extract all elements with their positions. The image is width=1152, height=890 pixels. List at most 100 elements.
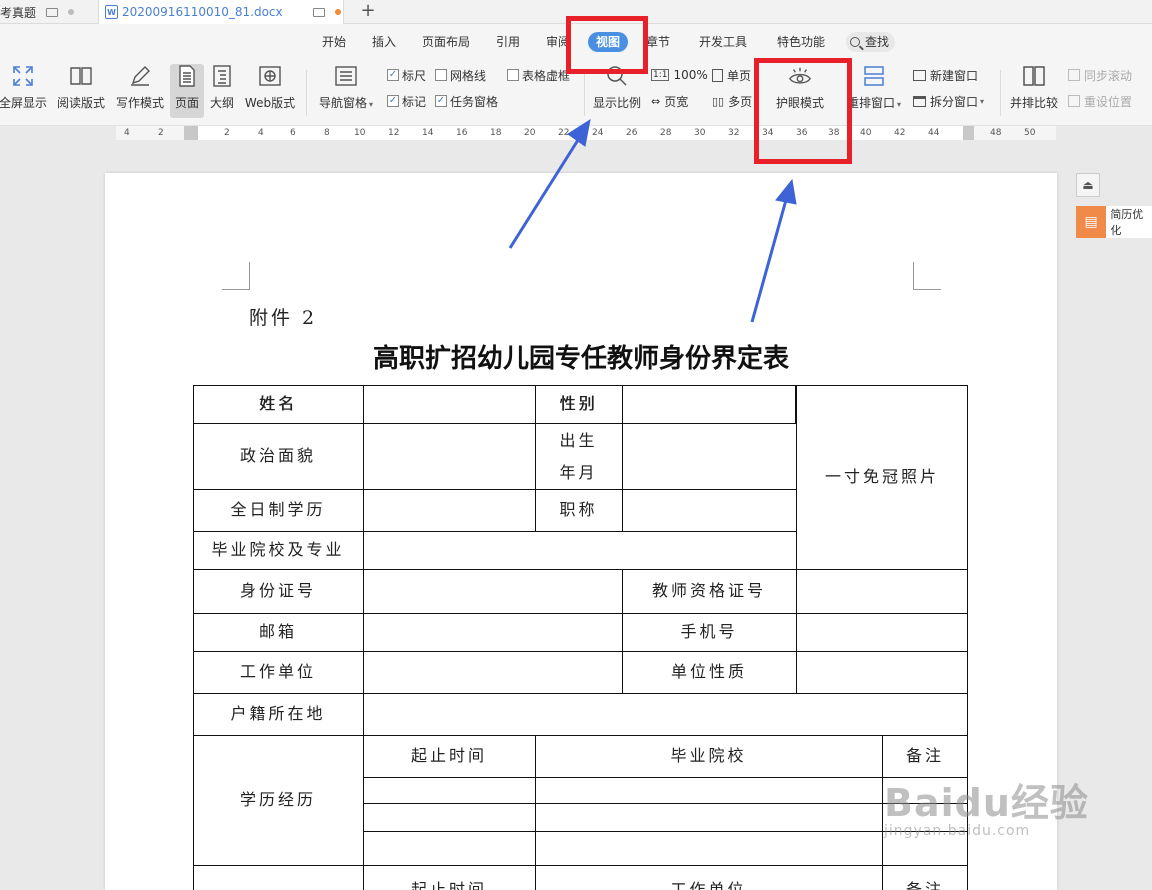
cell-email-label: 邮箱 bbox=[258, 622, 297, 641]
arrange-windows-icon bbox=[862, 64, 886, 88]
resume-optimize-button[interactable]: ▤ 简历优化 bbox=[1076, 206, 1152, 238]
page-width-button[interactable]: ⇔ 页宽 bbox=[651, 92, 688, 110]
checkbox-unchecked-icon bbox=[435, 69, 447, 81]
cell-politics-label: 政治面貌 bbox=[239, 446, 316, 465]
page-view-label: 页面 bbox=[174, 96, 199, 110]
cell-edu-history-label: 学历经历 bbox=[239, 790, 316, 809]
pen-icon bbox=[128, 64, 152, 88]
new-window-label: 新建窗口 bbox=[930, 68, 979, 83]
ruler-number: 4 bbox=[258, 128, 264, 138]
margin-corner-mark bbox=[913, 262, 941, 290]
cell-id-label: 身份证号 bbox=[239, 581, 316, 600]
new-tab-button[interactable]: + bbox=[358, 0, 378, 24]
attachment-label: 附件 2 bbox=[249, 307, 318, 329]
document-title: 高职扩招幼儿园专任教师身份界定表 bbox=[372, 344, 789, 374]
writer-doc-icon: W bbox=[105, 5, 118, 19]
ruler-number: 2 bbox=[224, 128, 230, 138]
menu-insert[interactable]: 插入 bbox=[372, 32, 396, 52]
page-view-button[interactable]: 页面 bbox=[170, 64, 204, 118]
tab-document-label: 20200916110010_81.docx bbox=[122, 5, 283, 19]
menu-reference[interactable]: 引用 bbox=[496, 32, 520, 52]
ruler-number: 16 bbox=[456, 128, 468, 138]
cell-hukou-label: 户籍所在地 bbox=[230, 704, 326, 723]
menu-devtools[interactable]: 开发工具 bbox=[699, 32, 747, 52]
highlight-eye-mode bbox=[754, 58, 852, 164]
menu-layout[interactable]: 页面布局 bbox=[422, 32, 470, 52]
table-virtual-label: 表格虚框 bbox=[522, 68, 571, 83]
cell-teacher-cert-label: 教师资格证号 bbox=[651, 581, 766, 600]
birth-line-2: 年月 bbox=[559, 463, 598, 482]
tab-exam[interactable]: 考真题 bbox=[0, 0, 96, 24]
mark-checkbox[interactable]: ✓ 标记 bbox=[387, 92, 426, 110]
fullscreen-button[interactable]: 全屏显示 bbox=[0, 64, 47, 118]
collapse-panel-button[interactable]: ⏏ bbox=[1076, 173, 1100, 197]
cell-photo-label: 一寸免冠照片 bbox=[824, 467, 939, 486]
page-icon bbox=[175, 64, 199, 88]
table-virtual-checkbox[interactable]: 表格虚框 bbox=[507, 66, 570, 84]
side-by-side-icon bbox=[1022, 64, 1046, 88]
ruler-checkbox[interactable]: ✓ 标尺 bbox=[387, 66, 426, 84]
checkbox-unchecked-icon bbox=[507, 69, 519, 81]
close-dot-icon[interactable] bbox=[68, 9, 75, 15]
margin-corner-mark bbox=[222, 262, 250, 290]
cell-start-end-2-label: 起止时间 bbox=[410, 880, 487, 890]
cell-start-end-label: 起止时间 bbox=[410, 746, 487, 765]
gridlines-label: 网格线 bbox=[450, 68, 487, 83]
ruler-number: 30 bbox=[694, 128, 706, 138]
menu-chapter[interactable]: 章节 bbox=[646, 32, 670, 52]
read-mode-button[interactable]: 阅读版式 bbox=[56, 64, 106, 118]
one-to-one-icon: 1:1 bbox=[651, 69, 670, 81]
cell-remark-2-label: 备注 bbox=[905, 880, 944, 890]
baidu-watermark: Baidu经验 jingyan.baidu.com bbox=[884, 772, 1089, 839]
ruler-number: 4 bbox=[124, 128, 130, 138]
ruler-number: 44 bbox=[928, 128, 940, 138]
cell-grad-school-label: 毕业院校 bbox=[670, 746, 747, 765]
unsaved-dot-icon[interactable] bbox=[334, 9, 341, 15]
single-page-button[interactable]: 单页 bbox=[712, 66, 751, 84]
cell-work-unit-label: 工作单位 bbox=[239, 662, 316, 681]
arrange-windows-button[interactable]: 重排窗口 ▾ bbox=[846, 64, 902, 118]
book-icon bbox=[69, 64, 93, 88]
ruler-number: 28 bbox=[660, 128, 672, 138]
sync-scroll-icon bbox=[1068, 69, 1080, 81]
ruler-number: 32 bbox=[728, 128, 740, 138]
tab-document[interactable]: W 20200916110010_81.docx bbox=[98, 0, 344, 24]
web-view-button[interactable]: Web版式 bbox=[243, 64, 297, 118]
single-page-label: 单页 bbox=[727, 68, 752, 83]
write-mode-label: 写作模式 bbox=[115, 96, 164, 110]
form-grid: 姓名 性别 一寸免冠照片 政治面貌 出生 年月 全日制学历 职称 毕业院校及专业… bbox=[193, 385, 968, 890]
ruler-number: 20 bbox=[524, 128, 536, 138]
write-mode-button[interactable]: 写作模式 bbox=[115, 64, 165, 118]
nav-pane-label: 导航窗格 ▾ bbox=[318, 96, 374, 110]
outline-icon bbox=[210, 64, 234, 88]
checkbox-checked-icon: ✓ bbox=[435, 95, 447, 107]
horizontal-ruler[interactable]: 4 2 2 4 6 8 10 12 14 16 18 20 22 24 26 2… bbox=[116, 126, 1056, 140]
new-window-button[interactable]: 新建窗口 bbox=[913, 66, 978, 84]
menu-special[interactable]: 特色功能 bbox=[777, 32, 825, 52]
cell-education-label: 全日制学历 bbox=[230, 500, 326, 519]
cell-name-label: 姓名 bbox=[258, 394, 297, 413]
sync-scroll-button[interactable]: 同步滚动 bbox=[1068, 66, 1132, 84]
gridlines-checkbox[interactable]: 网格线 bbox=[435, 66, 486, 84]
compare-button[interactable]: 并排比较 bbox=[1008, 64, 1060, 118]
multi-page-button[interactable]: ▯▯ 多页 bbox=[712, 92, 752, 110]
sync-scroll-label: 同步滚动 bbox=[1084, 68, 1133, 83]
arrange-windows-label: 重排窗口 ▾ bbox=[846, 96, 902, 110]
ruler-number: 10 bbox=[354, 128, 366, 138]
reset-position-button[interactable]: 重设位置 bbox=[1068, 92, 1132, 110]
birth-line-1: 出生 bbox=[559, 431, 598, 450]
ruler-number: 48 bbox=[990, 128, 1002, 138]
menu-start[interactable]: 开始 bbox=[322, 32, 346, 52]
ruler-number: 14 bbox=[422, 128, 434, 138]
task-pane-checkbox[interactable]: ✓ 任务窗格 bbox=[435, 92, 498, 110]
eject-icon: ⏏ bbox=[1082, 178, 1094, 192]
zoom-100-button[interactable]: 1:1 100% bbox=[651, 66, 708, 84]
menu-search[interactable]: 查找 bbox=[846, 32, 896, 52]
split-window-button[interactable]: 拆分窗口 ▾ bbox=[913, 92, 984, 110]
page-width-icon: ⇔ bbox=[651, 94, 661, 108]
nav-pane-icon bbox=[334, 64, 358, 88]
single-page-icon bbox=[712, 68, 723, 82]
outline-view-button[interactable]: 大纲 bbox=[207, 64, 237, 118]
cell-title-label: 职称 bbox=[559, 500, 598, 519]
nav-pane-button[interactable]: 导航窗格 ▾ bbox=[316, 64, 376, 118]
